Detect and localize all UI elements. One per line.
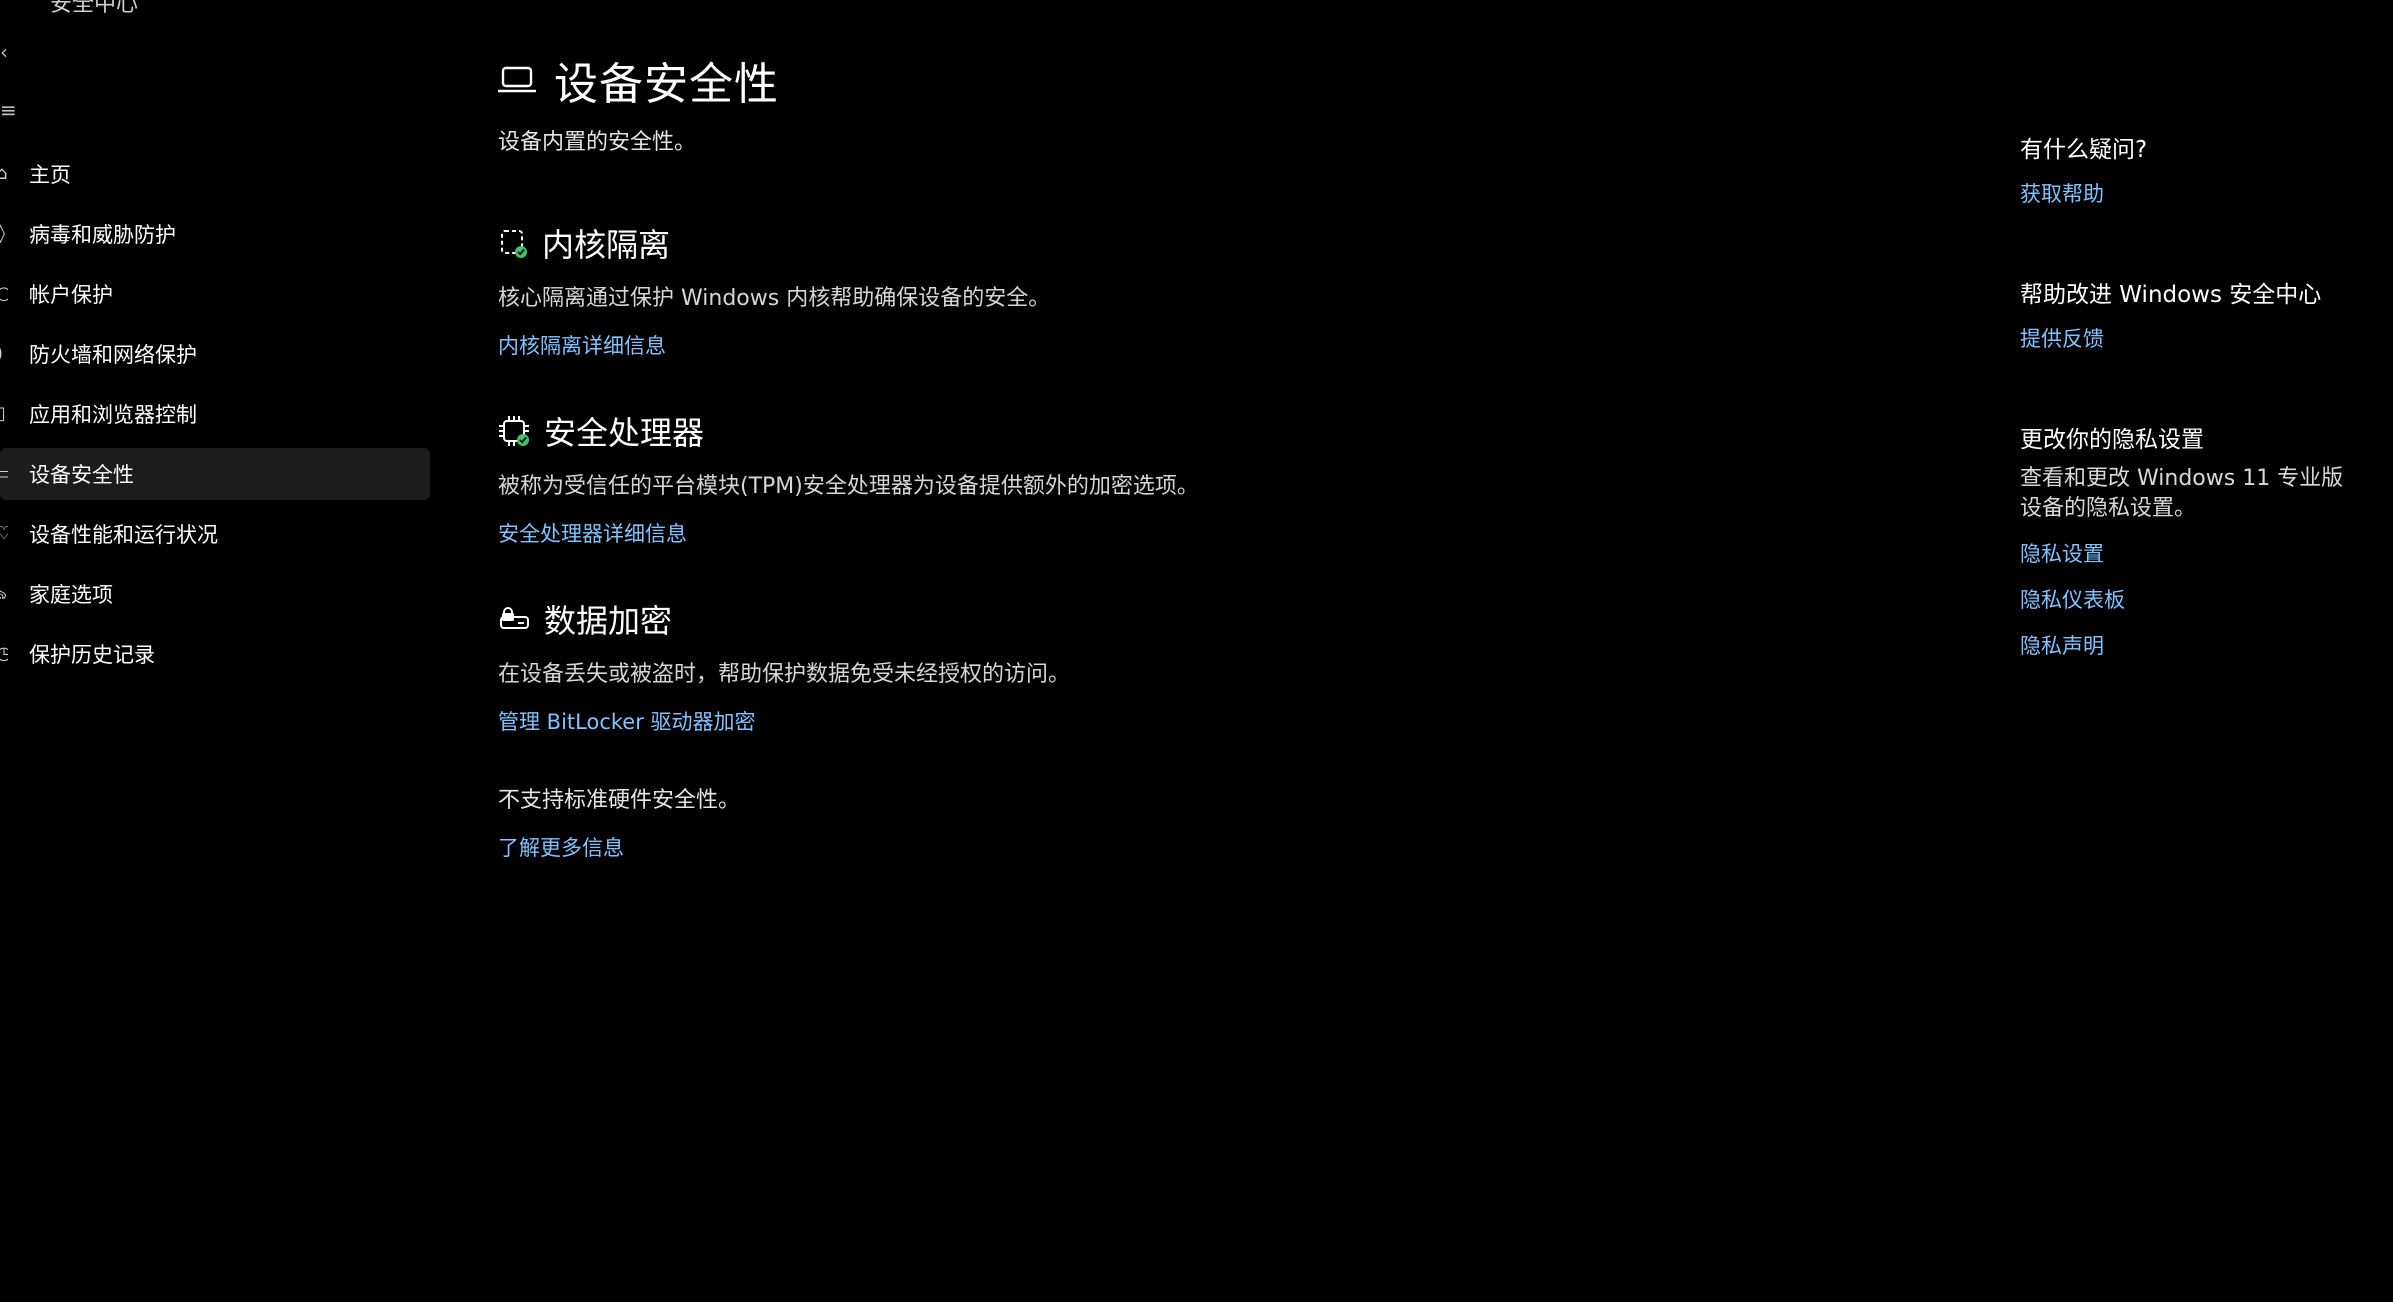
sidebar-item-protection-history[interactable]: ◷ 保护历史记录 — [0, 628, 430, 680]
person-icon: ○ — [0, 284, 8, 304]
family-icon: ঌ — [0, 584, 7, 604]
sidebar-nav: ⌂ 主页 ◊ 病毒和威胁防护 ○ 帐户保护 ) 防火墙和网络保护 ▯ 应用和浏览… — [0, 148, 430, 688]
section-description: 在设备丢失或被盗时，帮助保护数据免受未经授权的访问。 — [498, 662, 1071, 687]
sidebar-item-virus-protection[interactable]: ◊ 病毒和威胁防护 — [0, 208, 430, 260]
back-icon[interactable]: ‹ — [0, 40, 8, 64]
security-processor-details-link[interactable]: 安全处理器详细信息 — [498, 518, 687, 548]
improve-title: 帮助改进 Windows 安全中心 — [2020, 282, 2322, 308]
drive-lock-icon — [500, 607, 529, 629]
manage-bitlocker-link[interactable]: 管理 BitLocker 驱动器加密 — [498, 706, 756, 736]
history-icon: ◷ — [0, 644, 8, 664]
main-content: 设备安全性 设备内置的安全性。 内核隔离 核心隔离通过保护 Windows 内核… — [498, 0, 1898, 1302]
security-processor-section: 安全处理器 被称为受信任的平台模块(TPM)安全处理器为设备提供额外的加密选项。… — [498, 408, 1199, 548]
section-title: 数据加密 — [544, 602, 673, 640]
section-title: 内核隔离 — [542, 226, 671, 264]
sidebar-item-label: 设备安全性 — [29, 463, 134, 487]
sidebar-item-device-security[interactable]: ▭ 设备安全性 — [0, 448, 430, 500]
sidebar-item-label: 家庭选项 — [29, 583, 113, 607]
hardware-status-text: 不支持标准硬件安全性。 — [498, 788, 741, 813]
improve-block: 帮助改进 Windows 安全中心 提供反馈 — [2020, 275, 2393, 353]
core-isolation-details-link[interactable]: 内核隔离详细信息 — [498, 330, 666, 360]
sidebar-item-label: 病毒和威胁防护 — [29, 223, 176, 247]
menu-icon[interactable]: ≡ — [0, 98, 17, 122]
page-subtitle: 设备内置的安全性。 — [498, 130, 697, 155]
windows-security-window: 安全中心 ‹ ≡ ⌂ 主页 ◊ 病毒和威胁防护 ○ 帐户保护 ) 防火墙和网络保… — [0, 0, 2393, 1302]
hardware-status-section: 不支持标准硬件安全性。 了解更多信息 — [498, 782, 740, 862]
sidebar-item-device-performance[interactable]: ♡ 设备性能和运行状况 — [0, 508, 430, 560]
processor-check-icon — [499, 416, 529, 446]
heart-icon: ♡ — [0, 524, 8, 544]
section-description: 核心隔离通过保护 Windows 内核帮助确保设备的安全。 — [498, 286, 1051, 311]
sidebar-item-label: 应用和浏览器控制 — [29, 403, 197, 427]
get-help-link[interactable]: 获取帮助 — [2020, 178, 2393, 208]
section-title: 安全处理器 — [544, 414, 705, 452]
privacy-description: 查看和更改 Windows 11 专业版 设备的隐私设置。 — [2020, 466, 2344, 521]
learn-more-link[interactable]: 了解更多信息 — [498, 832, 624, 862]
wifi-icon: ) — [0, 344, 8, 364]
home-icon: ⌂ — [0, 164, 8, 184]
privacy-dashboard-link[interactable]: 隐私仪表板 — [2020, 584, 2393, 614]
sidebar-item-label: 防火墙和网络保护 — [29, 343, 197, 367]
core-isolation-section: 内核隔离 核心隔离通过保护 Windows 内核帮助确保设备的安全。 内核隔离详… — [498, 220, 1050, 360]
sidebar-item-label: 主页 — [29, 163, 71, 187]
questions-title: 有什么疑问? — [2020, 137, 2148, 163]
sidebar-item-label: 保护历史记录 — [29, 643, 155, 667]
sidebar-item-firewall[interactable]: ) 防火墙和网络保护 — [0, 328, 430, 380]
sidebar-item-family-options[interactable]: ঌ 家庭选项 — [0, 568, 430, 620]
privacy-title: 更改你的隐私设置 — [2020, 427, 2204, 453]
sidebar-item-home[interactable]: ⌂ 主页 — [0, 148, 430, 200]
sidebar-item-app-browser-control[interactable]: ▯ 应用和浏览器控制 — [0, 388, 430, 440]
privacy-settings-link[interactable]: 隐私设置 — [2020, 538, 2393, 568]
give-feedback-link[interactable]: 提供反馈 — [2020, 323, 2393, 353]
questions-block: 有什么疑问? 获取帮助 — [2020, 130, 2393, 208]
section-description: 被称为受信任的平台模块(TPM)安全处理器为设备提供额外的加密选项。 — [498, 474, 1199, 499]
chip-check-icon — [501, 230, 527, 258]
shield-icon: ◊ — [0, 224, 5, 244]
sidebar-item-label: 设备性能和运行状况 — [29, 523, 218, 547]
page-title: 设备安全性 — [554, 59, 779, 110]
privacy-block: 更改你的隐私设置 查看和更改 Windows 11 专业版 设备的隐私设置。 隐… — [2020, 420, 2393, 660]
data-encryption-section: 数据加密 在设备丢失或被盗时，帮助保护数据免受未经授权的访问。 管理 BitLo… — [498, 596, 1070, 736]
sidebar-item-label: 帐户保护 — [29, 283, 113, 307]
right-panel: 有什么疑问? 获取帮助 帮助改进 Windows 安全中心 提供反馈 更改你的隐… — [2020, 0, 2393, 1302]
page-header: 设备安全性 — [498, 48, 779, 112]
section-header: 安全处理器 — [498, 408, 1199, 454]
sidebar-item-account-protection[interactable]: ○ 帐户保护 — [0, 268, 430, 320]
app-window-icon: ▯ — [0, 404, 6, 424]
privacy-statement-link[interactable]: 隐私声明 — [2020, 630, 2393, 660]
app-title-fragment: 安全中心 — [50, 0, 139, 17]
laptop-icon — [498, 66, 536, 93]
sidebar: 安全中心 ‹ ≡ ⌂ 主页 ◊ 病毒和威胁防护 ○ 帐户保护 ) 防火墙和网络保… — [0, 0, 440, 1302]
section-header: 数据加密 — [498, 596, 1070, 642]
laptop-icon: ▭ — [0, 464, 8, 484]
section-header: 内核隔离 — [498, 220, 1050, 266]
